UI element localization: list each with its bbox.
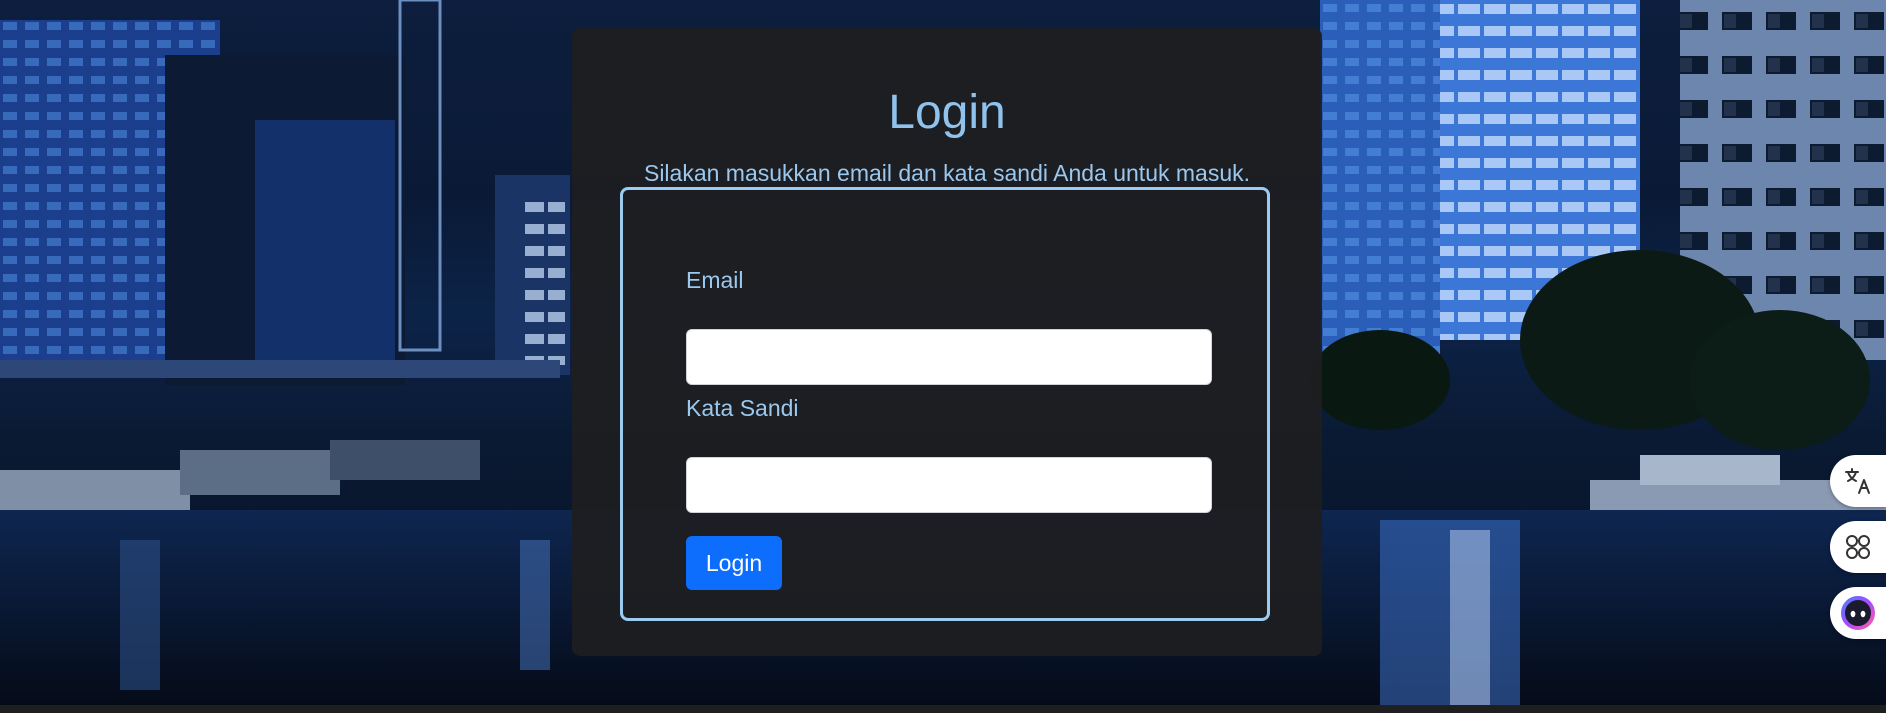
translate-icon bbox=[1845, 468, 1870, 494]
page-title: Login bbox=[888, 86, 1006, 139]
page-bottom-bar bbox=[0, 705, 1886, 713]
email-field[interactable] bbox=[686, 329, 1212, 385]
assistant-face-icon bbox=[1841, 596, 1875, 630]
login-panel: Login Silakan masukkan email dan kata sa… bbox=[572, 28, 1322, 656]
translate-button[interactable] bbox=[1830, 455, 1886, 507]
email-label: Email bbox=[686, 267, 744, 293]
password-label: Kata Sandi bbox=[686, 395, 799, 421]
login-instructions: Silakan masukkan email dan kata sandi An… bbox=[643, 160, 1251, 186]
apps-button[interactable] bbox=[1830, 521, 1886, 573]
assistant-button[interactable] bbox=[1830, 587, 1886, 639]
login-button[interactable]: Login bbox=[686, 536, 782, 590]
apps-grid-icon bbox=[1846, 535, 1870, 559]
login-form: Email Kata Sandi Login bbox=[620, 187, 1270, 621]
password-field[interactable] bbox=[686, 457, 1212, 513]
